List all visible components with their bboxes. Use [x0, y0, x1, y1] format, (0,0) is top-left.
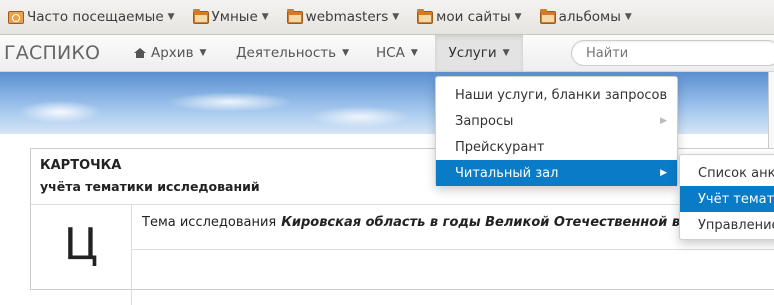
chevron-right-icon: ▶ — [660, 116, 667, 126]
search-input[interactable] — [571, 40, 774, 66]
menu-item-price-list[interactable]: Прейскурант — [436, 134, 677, 160]
submenu-item-label: Управление — [698, 217, 774, 233]
menu-item-reading-room[interactable]: Читальный зал ▶ — [436, 160, 677, 186]
chevron-down-icon: ▼ — [502, 48, 510, 58]
nav-activity[interactable]: Деятельность ▼ — [226, 35, 359, 71]
bookmark-folder-webmasters[interactable]: webmasters ▼ — [286, 8, 400, 25]
menu-item-services-forms[interactable]: Наши услуги, бланки запросов — [436, 82, 677, 108]
card-title: КАРТОЧКА — [40, 158, 122, 173]
submenu-item-topic-accounting[interactable]: Учёт темати — [680, 186, 774, 212]
nav-nsa[interactable]: НСА ▼ — [366, 35, 428, 71]
services-dropdown-menu: Наши услуги, бланки запросов Запросы ▶ П… — [435, 76, 678, 186]
bookmark-label: Часто посещаемые — [27, 9, 164, 25]
chevron-down-icon: ▼ — [392, 12, 400, 22]
submenu-item-management[interactable]: Управление — [680, 212, 774, 238]
bookmarks-toolbar: Часто посещаемые ▼ Умные ▼ webmasters ▼ … — [0, 0, 774, 35]
nav-label: Услуги — [448, 45, 497, 61]
topic-row: Тема исследования Кировская область в год… — [132, 205, 774, 250]
clock-bookmark-icon — [8, 10, 24, 24]
chevron-down-icon: ▼ — [624, 12, 632, 22]
folder-icon — [192, 8, 209, 24]
chevron-down-icon: ▼ — [261, 12, 269, 22]
chevron-down-icon: ▼ — [410, 48, 418, 58]
bookmark-most-visited[interactable]: Часто посещаемые ▼ — [8, 9, 175, 25]
bookmark-label: альбомы — [558, 9, 621, 25]
bookmark-label: Умные — [211, 9, 258, 25]
submenu-item-label: Список анк — [698, 165, 774, 181]
topic-label: Тема исследования — [142, 215, 277, 230]
bookmark-label: мои сайты — [436, 9, 511, 25]
home-icon — [134, 48, 146, 58]
reading-room-submenu: Список анк Учёт темати Управление — [679, 154, 774, 240]
card-index-letter: Ц — [31, 205, 132, 305]
bookmark-folder-my-sites[interactable]: мои сайты ▼ — [417, 8, 522, 25]
menu-item-label: Наши услуги, бланки запросов — [455, 87, 668, 103]
chevron-right-icon: ▶ — [660, 168, 667, 178]
bookmark-folder-albums[interactable]: альбомы ▼ — [539, 8, 632, 25]
folder-icon — [417, 8, 434, 24]
nav-services[interactable]: Услуги ▼ — [435, 35, 523, 71]
submenu-item-label: Учёт темати — [698, 191, 774, 207]
nav-label: Деятельность — [236, 45, 337, 61]
bookmark-label: webmasters — [305, 9, 389, 25]
chevron-down-icon: ▼ — [167, 12, 175, 22]
card-subtitle: учёта тематики исследований — [40, 179, 260, 194]
chevron-down-icon: ▼ — [342, 48, 349, 58]
bookmark-folder-smart[interactable]: Умные ▼ — [192, 8, 269, 25]
folder-icon — [539, 8, 556, 24]
site-brand[interactable]: ГАСПИКО — [4, 42, 100, 64]
menu-item-requests[interactable]: Запросы ▶ — [436, 108, 677, 134]
folder-icon — [286, 8, 303, 24]
menu-item-label: Читальный зал — [455, 165, 559, 181]
nav-archive[interactable]: Архив ▼ — [124, 35, 216, 71]
menu-item-label: Запросы — [455, 113, 514, 129]
nav-label: НСА — [376, 45, 405, 61]
chevron-down-icon: ▼ — [199, 48, 207, 58]
nav-label: Архив — [151, 45, 194, 61]
topic-value: Кировская область в годы Великой Отечест… — [281, 215, 699, 230]
chevron-down-icon: ▼ — [514, 12, 522, 22]
topic-line: Тема исследования Кировская область в год… — [142, 215, 698, 230]
menu-item-label: Прейскурант — [455, 139, 545, 155]
submenu-item-list[interactable]: Список анк — [680, 160, 774, 186]
